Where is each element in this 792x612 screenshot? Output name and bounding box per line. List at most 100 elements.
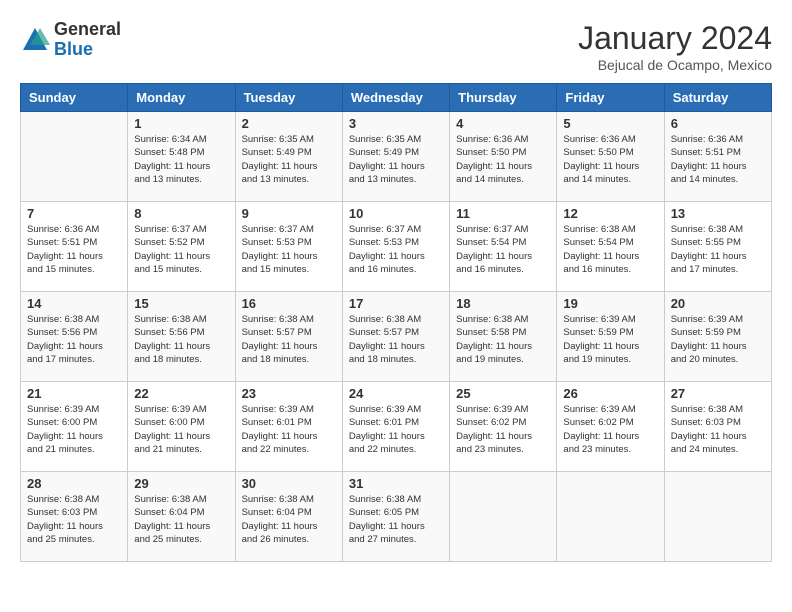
calendar-day-cell: 28 Sunrise: 6:38 AM Sunset: 6:03 PM Dayli…: [21, 472, 128, 562]
day-detail: Sunrise: 6:38 AM Sunset: 5:56 PM Dayligh…: [27, 313, 121, 366]
calendar-day-cell: 29 Sunrise: 6:38 AM Sunset: 6:04 PM Dayli…: [128, 472, 235, 562]
calendar-week-row: 28 Sunrise: 6:38 AM Sunset: 6:03 PM Dayli…: [21, 472, 772, 562]
calendar-day-cell: 8Sunrise: 6:37 AM Sunset: 5:52 PM Daylig…: [128, 202, 235, 292]
weekday-header: Tuesday: [235, 84, 342, 112]
calendar-header-row: SundayMondayTuesdayWednesdayThursdayFrid…: [21, 84, 772, 112]
calendar-day-cell: [450, 472, 557, 562]
day-number: 11: [456, 206, 550, 221]
day-number: 7: [27, 206, 121, 221]
day-detail: Sunrise: 6:38 AM Sunset: 6:04 PM Dayligh…: [242, 493, 336, 546]
day-detail: Sunrise: 6:37 AM Sunset: 5:53 PM Dayligh…: [349, 223, 443, 276]
calendar-day-cell: 22Sunrise: 6:39 AM Sunset: 6:00 PM Dayli…: [128, 382, 235, 472]
day-detail: Sunrise: 6:39 AM Sunset: 5:59 PM Dayligh…: [671, 313, 765, 366]
day-number: 9: [242, 206, 336, 221]
day-number: 23: [242, 386, 336, 401]
day-detail: Sunrise: 6:35 AM Sunset: 5:49 PM Dayligh…: [349, 133, 443, 186]
day-detail: Sunrise: 6:38 AM Sunset: 5:57 PM Dayligh…: [349, 313, 443, 366]
weekday-header: Wednesday: [342, 84, 449, 112]
day-detail: Sunrise: 6:39 AM Sunset: 6:02 PM Dayligh…: [456, 403, 550, 456]
calendar-day-cell: 30 Sunrise: 6:38 AM Sunset: 6:04 PM Dayli…: [235, 472, 342, 562]
weekday-header: Sunday: [21, 84, 128, 112]
day-detail: Sunrise: 6:38 AM Sunset: 5:57 PM Dayligh…: [242, 313, 336, 366]
calendar-day-cell: 12 Sunrise: 6:38 AM Sunset: 5:54 PM Dayli…: [557, 202, 664, 292]
day-detail: Sunrise: 6:37 AM Sunset: 5:54 PM Dayligh…: [456, 223, 550, 276]
calendar-day-cell: [557, 472, 664, 562]
weekday-header: Friday: [557, 84, 664, 112]
calendar-day-cell: 26Sunrise: 6:39 AM Sunset: 6:02 PM Dayli…: [557, 382, 664, 472]
day-number: 5: [563, 116, 657, 131]
day-number: 12: [563, 206, 657, 221]
calendar-day-cell: 10 Sunrise: 6:37 AM Sunset: 5:53 PM Dayli…: [342, 202, 449, 292]
day-detail: Sunrise: 6:39 AM Sunset: 6:00 PM Dayligh…: [134, 403, 228, 456]
calendar-day-cell: 5 Sunrise: 6:36 AM Sunset: 5:50 PM Daylig…: [557, 112, 664, 202]
day-number: 20: [671, 296, 765, 311]
day-number: 2: [242, 116, 336, 131]
logo-icon: [20, 25, 50, 55]
day-number: 27: [671, 386, 765, 401]
day-detail: Sunrise: 6:39 AM Sunset: 5:59 PM Dayligh…: [563, 313, 657, 366]
calendar-day-cell: 6 Sunrise: 6:36 AM Sunset: 5:51 PM Daylig…: [664, 112, 771, 202]
calendar-day-cell: [21, 112, 128, 202]
day-detail: Sunrise: 6:37 AM Sunset: 5:53 PM Dayligh…: [242, 223, 336, 276]
calendar-day-cell: 3 Sunrise: 6:35 AM Sunset: 5:49 PM Daylig…: [342, 112, 449, 202]
day-number: 31: [349, 476, 443, 491]
day-detail: Sunrise: 6:39 AM Sunset: 6:01 PM Dayligh…: [242, 403, 336, 456]
calendar-day-cell: 14 Sunrise: 6:38 AM Sunset: 5:56 PM Dayli…: [21, 292, 128, 382]
day-detail: Sunrise: 6:38 AM Sunset: 5:54 PM Dayligh…: [563, 223, 657, 276]
day-number: 6: [671, 116, 765, 131]
day-number: 30: [242, 476, 336, 491]
day-number: 29: [134, 476, 228, 491]
calendar-day-cell: 11 Sunrise: 6:37 AM Sunset: 5:54 PM Dayli…: [450, 202, 557, 292]
day-number: 1: [134, 116, 228, 131]
calendar-week-row: 21 Sunrise: 6:39 AM Sunset: 6:00 PM Dayli…: [21, 382, 772, 472]
day-number: 24: [349, 386, 443, 401]
logo: General Blue: [20, 20, 121, 60]
day-detail: Sunrise: 6:38 AM Sunset: 5:58 PM Dayligh…: [456, 313, 550, 366]
calendar-day-cell: 25Sunrise: 6:39 AM Sunset: 6:02 PM Dayli…: [450, 382, 557, 472]
location-subtitle: Bejucal de Ocampo, Mexico: [578, 57, 772, 73]
day-detail: Sunrise: 6:36 AM Sunset: 5:51 PM Dayligh…: [27, 223, 121, 276]
calendar-week-row: 14 Sunrise: 6:38 AM Sunset: 5:56 PM Dayli…: [21, 292, 772, 382]
day-number: 10: [349, 206, 443, 221]
day-detail: Sunrise: 6:36 AM Sunset: 5:51 PM Dayligh…: [671, 133, 765, 186]
day-number: 21: [27, 386, 121, 401]
day-number: 17: [349, 296, 443, 311]
month-year-title: January 2024: [578, 20, 772, 57]
day-detail: Sunrise: 6:38 AM Sunset: 6:05 PM Dayligh…: [349, 493, 443, 546]
calendar-day-cell: 27 Sunrise: 6:38 AM Sunset: 6:03 PM Dayli…: [664, 382, 771, 472]
calendar-day-cell: 31 Sunrise: 6:38 AM Sunset: 6:05 PM Dayli…: [342, 472, 449, 562]
day-detail: Sunrise: 6:38 AM Sunset: 5:56 PM Dayligh…: [134, 313, 228, 366]
day-number: 13: [671, 206, 765, 221]
day-number: 8: [134, 206, 228, 221]
day-number: 14: [27, 296, 121, 311]
day-detail: Sunrise: 6:38 AM Sunset: 6:04 PM Dayligh…: [134, 493, 228, 546]
calendar-day-cell: 1Sunrise: 6:34 AM Sunset: 5:48 PM Daylig…: [128, 112, 235, 202]
day-detail: Sunrise: 6:39 AM Sunset: 6:02 PM Dayligh…: [563, 403, 657, 456]
calendar-day-cell: 4Sunrise: 6:36 AM Sunset: 5:50 PM Daylig…: [450, 112, 557, 202]
calendar-day-cell: 24 Sunrise: 6:39 AM Sunset: 6:01 PM Dayli…: [342, 382, 449, 472]
calendar-day-cell: 15 Sunrise: 6:38 AM Sunset: 5:56 PM Dayli…: [128, 292, 235, 382]
day-detail: Sunrise: 6:38 AM Sunset: 5:55 PM Dayligh…: [671, 223, 765, 276]
calendar-day-cell: 18 Sunrise: 6:38 AM Sunset: 5:58 PM Dayli…: [450, 292, 557, 382]
calendar-day-cell: 20 Sunrise: 6:39 AM Sunset: 5:59 PM Dayli…: [664, 292, 771, 382]
day-number: 19: [563, 296, 657, 311]
logo-blue-text: Blue: [54, 40, 121, 60]
day-detail: Sunrise: 6:36 AM Sunset: 5:50 PM Dayligh…: [456, 133, 550, 186]
day-number: 28: [27, 476, 121, 491]
day-detail: Sunrise: 6:38 AM Sunset: 6:03 PM Dayligh…: [671, 403, 765, 456]
day-detail: Sunrise: 6:38 AM Sunset: 6:03 PM Dayligh…: [27, 493, 121, 546]
day-number: 18: [456, 296, 550, 311]
calendar-week-row: 7 Sunrise: 6:36 AM Sunset: 5:51 PM Daylig…: [21, 202, 772, 292]
day-detail: Sunrise: 6:35 AM Sunset: 5:49 PM Dayligh…: [242, 133, 336, 186]
day-number: 3: [349, 116, 443, 131]
calendar-week-row: 1Sunrise: 6:34 AM Sunset: 5:48 PM Daylig…: [21, 112, 772, 202]
calendar-day-cell: 17 Sunrise: 6:38 AM Sunset: 5:57 PM Dayli…: [342, 292, 449, 382]
day-detail: Sunrise: 6:36 AM Sunset: 5:50 PM Dayligh…: [563, 133, 657, 186]
weekday-header: Monday: [128, 84, 235, 112]
day-detail: Sunrise: 6:39 AM Sunset: 6:01 PM Dayligh…: [349, 403, 443, 456]
calendar-day-cell: [664, 472, 771, 562]
day-number: 16: [242, 296, 336, 311]
day-number: 15: [134, 296, 228, 311]
calendar-day-cell: 7 Sunrise: 6:36 AM Sunset: 5:51 PM Daylig…: [21, 202, 128, 292]
calendar-day-cell: 23 Sunrise: 6:39 AM Sunset: 6:01 PM Dayli…: [235, 382, 342, 472]
